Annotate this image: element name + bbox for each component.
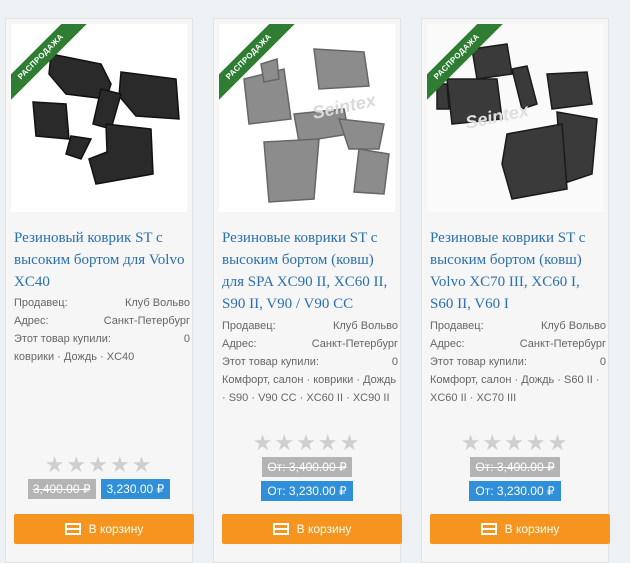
- old-price: От: 3,400.00 ₽: [470, 457, 560, 477]
- seller-label: Продавец:: [14, 297, 68, 309]
- bought-label: Этот товар купили:: [14, 333, 111, 345]
- add-to-cart-button[interactable]: В корзину: [222, 514, 402, 544]
- product-meta: Продавец: Клуб Вольво Адрес: Санкт-Петербу…: [430, 317, 606, 407]
- add-to-cart-label: В корзину: [88, 522, 144, 536]
- bought-value: 0: [183, 333, 190, 345]
- bought-value: 0: [391, 356, 398, 368]
- bought-value: 0: [599, 356, 606, 368]
- add-to-cart-label: В корзину: [296, 522, 352, 536]
- product-tags[interactable]: Комфорт, салон · Дождь · S60 II · XC60 I…: [430, 371, 606, 407]
- product-image[interactable]: Seintex РАСПРОДАЖА: [219, 24, 395, 212]
- product-title[interactable]: Резиновый коврик ST с высоким бортом для…: [14, 227, 189, 293]
- seller-label: Продавец:: [222, 320, 276, 332]
- price-row: От: 3,400.00 ₽ От: 3,230.00 ₽: [214, 457, 400, 501]
- address-label: Адрес:: [430, 338, 465, 350]
- product-card: Seintex РАСПРОДАЖА Резиновые коврики ST …: [421, 18, 610, 563]
- seller-label: Продавец:: [430, 320, 484, 332]
- address-label: Адрес:: [14, 315, 49, 327]
- product-card: РАСПРОДАЖА Резиновый коврик ST с высоким…: [5, 18, 194, 563]
- product-image[interactable]: РАСПРОДАЖА: [11, 24, 187, 212]
- product-meta: Продавец: Клуб Вольво Адрес: Санкт-Петербу…: [222, 317, 398, 407]
- rating-stars[interactable]: ★★★★★: [422, 430, 608, 456]
- rating-stars[interactable]: ★★★★★: [6, 452, 192, 478]
- new-price: 3,230.00 ₽: [100, 479, 171, 499]
- address-value: Санкт-Петербург: [311, 338, 398, 350]
- bought-label: Этот товар купили:: [222, 356, 319, 368]
- old-price: 3,400.00 ₽: [27, 479, 96, 499]
- price-row: 3,400.00 ₽ 3,230.00 ₽: [6, 479, 192, 499]
- product-title[interactable]: Резиновые коврики ST с высоким бортом (к…: [222, 227, 397, 315]
- product-image[interactable]: Seintex РАСПРОДАЖА: [427, 24, 603, 212]
- card-payment-icon: [64, 523, 81, 535]
- seller-value[interactable]: Клуб Вольво: [333, 317, 398, 335]
- address-value: Санкт-Петербург: [103, 315, 190, 327]
- new-price: От: 3,230.00 ₽: [469, 481, 561, 501]
- product-tags[interactable]: Комфорт, салон · коврики · Дождь · S90 ·…: [222, 371, 398, 407]
- address-value: Санкт-Петербург: [519, 338, 606, 350]
- price-row: От: 3,400.00 ₽ От: 3,230.00 ₽: [422, 457, 608, 501]
- card-payment-icon: [272, 523, 289, 535]
- product-meta: Продавец: Клуб Вольво Адрес: Санкт-Петербу…: [14, 294, 190, 366]
- add-to-cart-button[interactable]: В корзину: [430, 514, 610, 544]
- new-price: От: 3,230.00 ₽: [261, 481, 353, 501]
- old-price: От: 3,400.00 ₽: [262, 457, 352, 477]
- add-to-cart-button[interactable]: В корзину: [14, 514, 194, 544]
- add-to-cart-label: В корзину: [504, 522, 560, 536]
- card-payment-icon: [480, 523, 497, 535]
- rating-stars[interactable]: ★★★★★: [214, 430, 400, 456]
- product-card: Seintex РАСПРОДАЖА Резиновые коврики ST …: [213, 18, 402, 563]
- seller-value[interactable]: Клуб Вольво: [125, 294, 190, 312]
- bought-label: Этот товар купили:: [430, 356, 527, 368]
- seller-value[interactable]: Клуб Вольво: [541, 317, 606, 335]
- address-label: Адрес:: [222, 338, 257, 350]
- product-title[interactable]: Резиновые коврики ST с высоким бортом (к…: [430, 227, 605, 315]
- product-tags[interactable]: коврики · Дождь · XC40: [14, 348, 190, 366]
